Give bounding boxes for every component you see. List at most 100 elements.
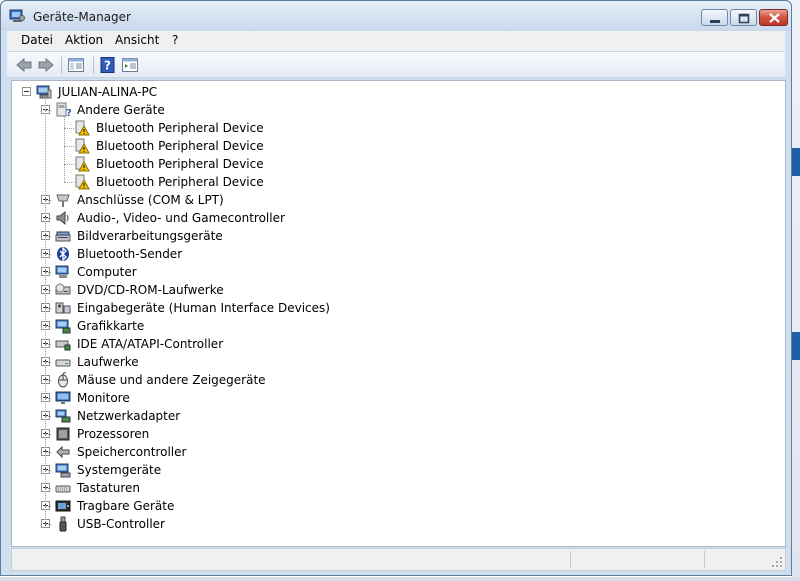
hid-icon [55,302,71,314]
minimize-button[interactable] [701,9,728,26]
portable-device-icon [55,500,71,512]
tree-item-category[interactable]: Monitore [39,389,439,407]
tree-connector-line [45,290,51,291]
tree-item-bluetooth-peripheral-device[interactable]: Bluetooth Peripheral Device [58,173,358,191]
tree-connector-line [45,362,51,363]
console-tree-icon[interactable] [67,56,85,74]
toolbar: ? [7,51,785,78]
monitor-icon [55,391,71,404]
tree-item-category[interactable]: Laufwerke [39,353,439,371]
tree-root[interactable]: JULIAN-ALINA-PC [20,83,320,101]
help-icon[interactable]: ? [99,56,117,74]
device-label: Bluetooth Peripheral Device [96,157,264,171]
dvd-drive-icon [55,283,71,295]
toolbar-separator [93,56,94,74]
tree-connector-line [45,272,51,273]
tree-item-category[interactable]: Speichercontroller [39,443,439,461]
unknown-device-icon: ? [56,102,71,118]
tree-item-category[interactable]: Mäuse und andere Zeigegeräte [39,371,439,389]
collapse-toggle[interactable] [22,87,31,96]
keyboard-icon [55,485,71,493]
title-bar[interactable]: Geräte-Manager [1,1,791,31]
status-divider [570,551,571,568]
tree-item-bluetooth-peripheral-device[interactable]: Bluetooth Peripheral Device [58,155,358,173]
tree-item-category[interactable]: Eingabegeräte (Human Interface Devices) [39,299,439,317]
background-window-strip [792,148,800,176]
tree-item-category[interactable]: IDE ATA/ATAPI-Controller [39,335,439,353]
tree-item-category[interactable]: Tastaturen [39,479,439,497]
close-button[interactable] [759,9,788,26]
status-divider [704,551,705,568]
computer-icon [55,265,69,278]
tree-connector-line [45,398,51,399]
tree-item-category[interactable]: Bildverarbeitungsgeräte [39,227,439,245]
category-label: Mäuse und andere Zeigegeräte [77,373,266,387]
tree-item-category[interactable]: Prozessoren [39,425,439,443]
maximize-button[interactable] [730,9,757,26]
speaker-icon [56,210,69,226]
tree-connector-line [64,164,74,165]
toolbar-separator [61,56,62,74]
port-icon [56,194,70,207]
tree-item-bluetooth-peripheral-device[interactable]: Bluetooth Peripheral Device [58,137,358,155]
bluetooth-icon [57,246,69,262]
category-label: DVD/CD-ROM-Laufwerke [77,283,224,297]
tree-item-category[interactable]: Systemgeräte [39,461,439,479]
tree-connector-line [45,434,51,435]
tree-item-category[interactable]: DVD/CD-ROM-Laufwerke [39,281,439,299]
scanner-icon [55,231,71,242]
tree-item-category[interactable]: Tragbare Geräte [39,497,439,515]
category-label: IDE ATA/ATAPI-Controller [77,337,224,351]
tree-item-category[interactable]: Bluetooth-Sender [39,245,439,263]
close-icon [769,13,780,23]
device-label: Bluetooth Peripheral Device [96,139,264,153]
tree-connector-line [45,380,51,381]
maximize-icon [738,13,750,24]
menu-aktion[interactable]: Aktion [65,33,103,47]
tree-item-andere-geraete[interactable]: ? Andere Geräte [39,101,339,119]
category-label: Tastaturen [77,481,140,495]
warning-device-icon [75,156,90,172]
computer-icon [36,85,52,99]
warning-device-icon [75,120,90,136]
menu-help[interactable]: ? [172,33,178,47]
display-adapter-icon [55,319,71,334]
status-bar [11,548,786,571]
menu-bar: Datei Aktion Ansicht ? [7,31,785,51]
tree-connector-line [64,128,74,129]
device-tree[interactable]: JULIAN-ALINA-PC ? Andere Geräte Bluetoot… [11,80,786,547]
category-label: Audio-, Video- und Gamecontroller [77,211,285,225]
storage-controller-icon [56,445,70,459]
menu-datei[interactable]: Datei [21,33,53,47]
category-label: Prozessoren [77,427,150,441]
menu-ansicht[interactable]: Ansicht [115,33,159,47]
arrow-right-icon[interactable] [37,56,55,74]
tree-connector-line [45,200,51,201]
tree-item-category[interactable]: Anschlüsse (COM & LPT) [39,191,439,209]
tree-item-category[interactable]: Netzwerkadapter [39,407,439,425]
desktop-background-bottom [0,577,800,581]
category-label: Netzwerkadapter [77,409,181,423]
desktop-background [792,0,800,581]
tree-item-category[interactable]: Audio-, Video- und Gamecontroller [39,209,439,227]
properties-icon[interactable] [121,56,139,74]
arrow-left-icon[interactable] [15,56,33,74]
category-label: Computer [77,265,137,279]
category-label: Systemgeräte [77,463,162,477]
category-label: Eingabegeräte (Human Interface Devices) [77,301,330,315]
warning-device-icon [75,174,90,190]
resize-grip-icon[interactable] [771,556,783,568]
tree-connector-line [45,218,51,219]
tree-item-category[interactable]: Computer [39,263,439,281]
tree-item-bluetooth-peripheral-device[interactable]: Bluetooth Peripheral Device [58,119,358,137]
tree-connector-line [45,326,51,327]
tree-item-category[interactable]: USB-Controller [39,515,439,533]
category-label: Laufwerke [77,355,139,369]
tree-connector-line [45,344,51,345]
tree-connector-line [64,146,74,147]
tree-item-category[interactable]: Grafikkarte [39,317,439,335]
category-label: Tragbare Geräte [77,499,175,513]
category-label: Grafikkarte [77,319,145,333]
device-manager-app-icon [9,9,25,22]
ide-controller-icon [55,340,71,351]
